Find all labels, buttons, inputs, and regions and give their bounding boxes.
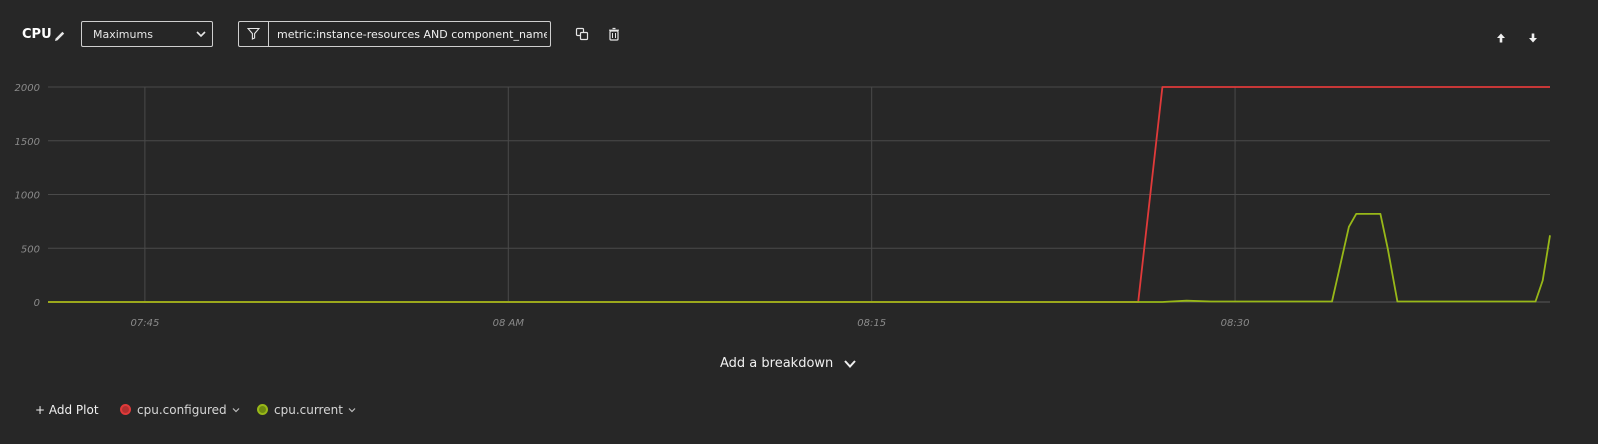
filter-query-field[interactable]: metric:instance-resources AND component_… <box>238 21 551 47</box>
x-tick-label: 08:15 <box>857 318 886 329</box>
arrow-up-icon[interactable] <box>1495 32 1513 50</box>
chevron-down-icon <box>196 31 206 38</box>
y-tick-label: 2000 <box>15 83 40 94</box>
y-tick-label: 1000 <box>15 191 40 202</box>
y-tick-label: 0 <box>34 298 40 309</box>
legend-item-cpu-configured[interactable]: cpu.configured <box>120 403 240 417</box>
duplicate-icon[interactable] <box>575 27 593 45</box>
cpu-line-chart: 0 500 1000 1500 2000 07:45 08 AM 08:15 08:30 <box>15 83 1551 329</box>
chevron-down-icon <box>232 408 240 413</box>
add-plot-button[interactable]: + Add Plot <box>35 403 99 417</box>
y-tick-label: 1500 <box>15 137 40 148</box>
plot-title: CPU <box>22 27 52 42</box>
add-breakdown-button[interactable]: Add a breakdown <box>720 356 857 371</box>
aggregation-select[interactable]: Maximums <box>81 21 213 47</box>
aggregation-value: Maximums <box>93 28 153 41</box>
x-tick-label: 08 AM <box>493 318 525 329</box>
legend-item-cpu-current[interactable]: cpu.current <box>257 403 356 417</box>
legend-swatch <box>257 404 268 415</box>
x-tick-label: 07:45 <box>130 318 159 329</box>
filter-icon[interactable] <box>239 22 269 46</box>
chevron-down-icon <box>348 408 356 413</box>
legend-label: cpu.configured <box>137 403 227 417</box>
series-line-cpu-current <box>48 213 1551 303</box>
x-tick-label: 08:30 <box>1221 318 1250 329</box>
filter-query-input[interactable]: metric:instance-resources AND component_… <box>277 28 547 41</box>
arrow-down-icon[interactable] <box>1527 32 1545 50</box>
pencil-icon[interactable] <box>54 27 68 41</box>
y-tick-label: 500 <box>21 244 40 255</box>
plot-header: CPU Maximums metric:instance-resources A… <box>0 0 1598 70</box>
legend-swatch <box>120 404 131 415</box>
plot-footer: + Add Plot cpu.configured cpu.current <box>0 398 1598 428</box>
legend-label: cpu.current <box>274 403 343 417</box>
add-breakdown-label: Add a breakdown <box>720 356 834 371</box>
chevron-down-icon <box>844 360 857 368</box>
trash-icon[interactable] <box>607 27 625 45</box>
